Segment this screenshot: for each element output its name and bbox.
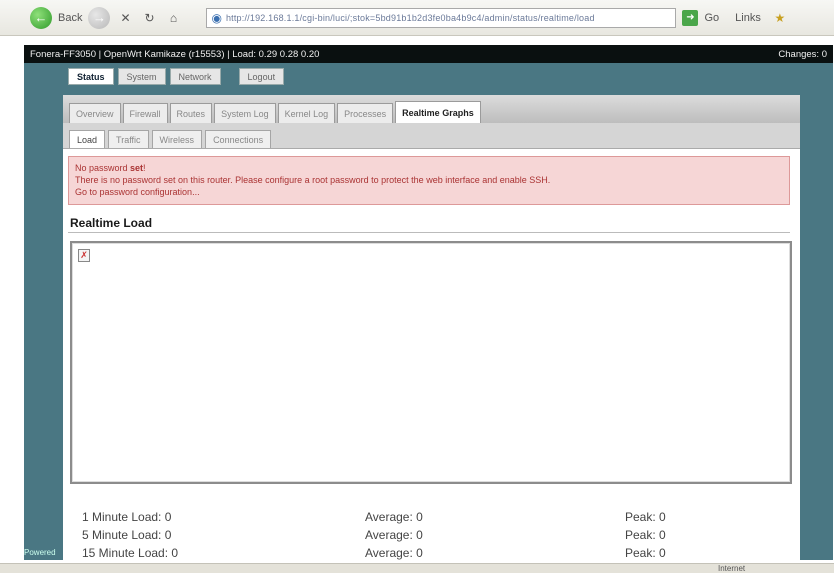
address-url: http://192.168.1.1/cgi-bin/luci/;stok=5b… <box>225 12 595 23</box>
tab-processes[interactable]: Processes <box>337 103 394 123</box>
nav-status[interactable]: Status <box>68 68 114 85</box>
stat-value: 0 <box>164 510 172 524</box>
stat-avg-label: Average: <box>365 510 413 524</box>
stat-avg-label: Average: <box>365 528 413 542</box>
load-stats: 1 Minute Load: 0 Average: 0 Peak: 0 5 Mi… <box>70 490 792 560</box>
extensions-icon[interactable]: ★ <box>771 9 789 27</box>
alert-message: There is no password set on this router.… <box>75 175 551 185</box>
stat-peak-value: 0 <box>659 528 666 542</box>
password-alert: No password set! There is no password se… <box>68 156 790 205</box>
tab-firewall[interactable]: Firewall <box>122 103 168 123</box>
tab-realtime-graphs[interactable]: Realtime Graphs <box>395 101 481 123</box>
stat-peak-label: Peak: <box>625 528 656 542</box>
stat-avg-value: 0 <box>416 546 423 560</box>
subtab-traffic[interactable]: Traffic <box>108 130 149 148</box>
stat-row-1min: 1 Minute Load: 0 Average: 0 Peak: 0 <box>70 510 792 526</box>
section-divider <box>68 232 790 233</box>
stop-icon[interactable]: ✕ <box>116 9 134 27</box>
powered-by-label: Powered <box>24 548 56 557</box>
home-icon[interactable]: ⌂ <box>164 9 182 27</box>
stat-avg-label: Average: <box>365 546 413 560</box>
subtab-strip: Load Traffic Wireless Connections <box>63 123 800 149</box>
subtab-wireless[interactable]: Wireless <box>151 130 203 148</box>
forward-button[interactable]: → <box>88 6 111 29</box>
zone-status: Internet <box>718 564 746 573</box>
back-button[interactable]: ← <box>30 6 52 29</box>
stat-peak-value: 0 <box>659 546 666 560</box>
stat-avg-value: 0 <box>416 510 423 524</box>
stat-value: 0 <box>164 528 172 542</box>
stat-peak-label: Peak: <box>625 546 656 560</box>
stat-peak-label: Peak: <box>625 510 656 524</box>
nav-network[interactable]: Network <box>169 68 221 85</box>
broken-image-icon: ✗ <box>78 249 90 262</box>
back-label[interactable]: Back <box>58 12 82 24</box>
tab-system-log[interactable]: System Log <box>214 103 276 123</box>
go-label[interactable]: Go <box>704 12 719 24</box>
tab-strip: Overview Firewall Routes System Log Kern… <box>63 95 800 123</box>
tab-routes[interactable]: Routes <box>169 103 213 123</box>
stat-label: 5 Minute Load: <box>82 528 162 542</box>
section-title: Realtime Load <box>70 216 153 230</box>
load-graph: ✗ <box>70 241 792 484</box>
browser-status-bar: Internet <box>0 563 834 573</box>
tab-kernel-log[interactable]: Kernel Log <box>277 103 336 123</box>
stat-avg-value: 0 <box>416 528 423 542</box>
stat-value: 0 <box>171 546 179 560</box>
stat-label: 15 Minute Load: <box>82 546 169 560</box>
stat-row-5min: 5 Minute Load: 0 Average: 0 Peak: 0 <box>70 528 792 544</box>
nav-system[interactable]: System <box>117 68 166 85</box>
router-info: Fonera-FF3050 | OpenWrt Kamikaze (r15553… <box>30 48 320 60</box>
alert-title: No password set! <box>75 163 146 173</box>
page-icon: ◉ <box>211 10 222 25</box>
router-title-bar: Fonera-FF3050 | OpenWrt Kamikaze (r15553… <box>24 45 833 63</box>
refresh-icon[interactable]: ↻ <box>140 9 158 27</box>
nav-logout[interactable]: Logout <box>238 68 285 85</box>
top-nav: Status System Network Logout <box>68 68 285 85</box>
password-config-link[interactable]: Go to password configuration... <box>75 186 783 198</box>
subtab-connections[interactable]: Connections <box>205 130 272 148</box>
browser-toolbar: ← Back → ✕ ↻ ⌂ ◉ http://192.168.1.1/cgi-… <box>0 0 834 36</box>
changes-link[interactable]: Changes: 0 <box>778 49 827 60</box>
stat-row-15min: 15 Minute Load: 0 Average: 0 Peak: 0 <box>70 546 792 562</box>
stat-label: 1 Minute Load: <box>82 510 162 524</box>
links-label[interactable]: Links <box>735 12 761 24</box>
go-button[interactable]: ➜ <box>682 9 699 26</box>
address-bar[interactable]: ◉ http://192.168.1.1/cgi-bin/luci/;stok=… <box>206 7 677 28</box>
subtab-load[interactable]: Load <box>69 130 106 148</box>
tab-overview[interactable]: Overview <box>69 103 121 123</box>
stat-peak-value: 0 <box>659 510 666 524</box>
